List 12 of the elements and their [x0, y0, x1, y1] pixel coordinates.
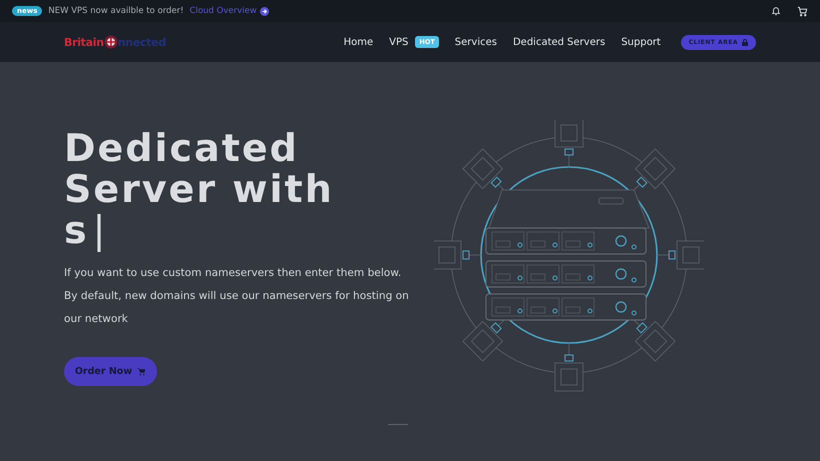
hero-heading: Dedicated Server with s|	[64, 128, 335, 251]
nav-link[interactable]: Dedicated Servers	[512, 36, 606, 48]
hero-description: If you want to use custom nameservers then enter them below. By default, new domains will use our nameservers for hosting on our network	[64, 266, 410, 327]
bell-icon[interactable]	[771, 6, 781, 16]
nav-link[interactable]: Home	[344, 36, 374, 48]
cart-icon[interactable]	[797, 6, 808, 16]
nav-link[interactable]: Support	[621, 36, 661, 48]
nav-link[interactable]: Services	[454, 36, 497, 48]
lock-icon	[742, 38, 748, 46]
arrow-circle-icon	[260, 6, 269, 16]
cart-icon	[137, 367, 146, 376]
announcement-text: NEW VPS now availble to order!	[48, 6, 184, 16]
